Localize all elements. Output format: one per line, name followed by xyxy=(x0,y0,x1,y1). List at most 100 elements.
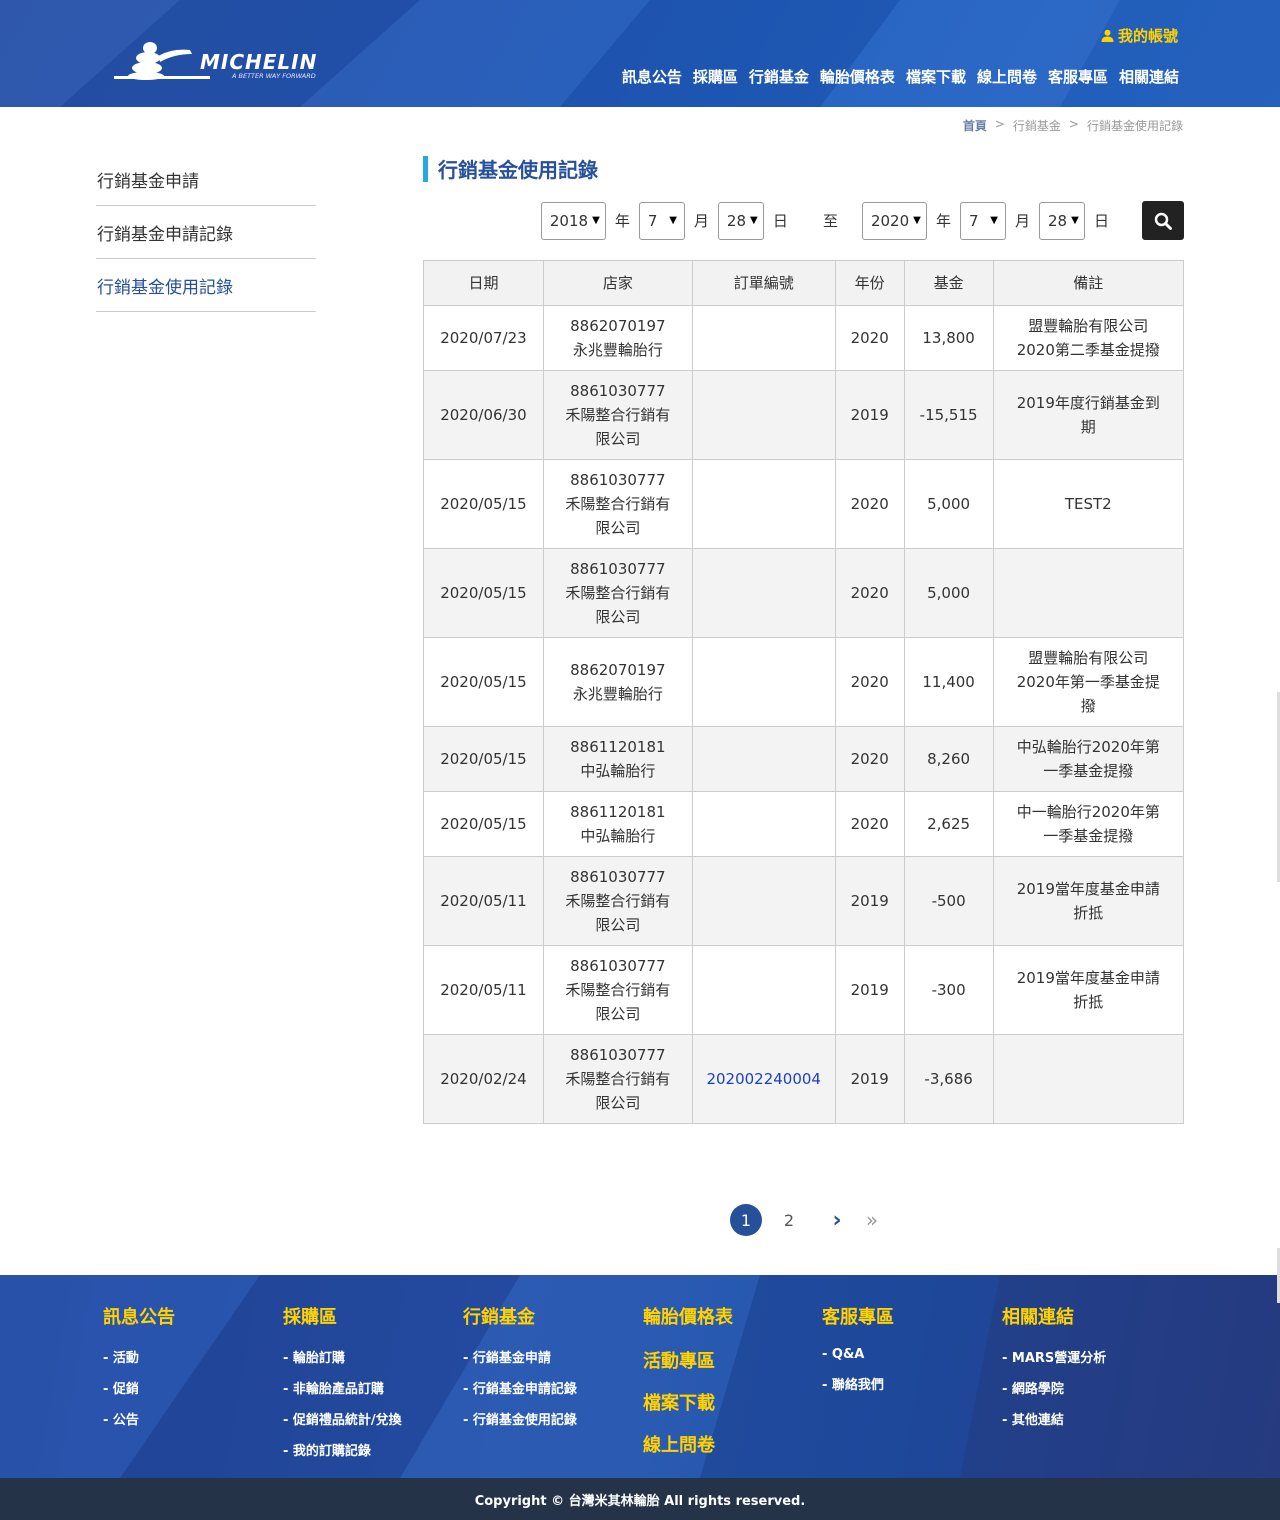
cell-fund: 8,260 xyxy=(903,726,994,792)
chevron-down-icon: ▼ xyxy=(669,215,677,226)
to-month-value: 7 xyxy=(968,211,979,230)
table-row: 2020/02/24 8861030777 禾陽整合行銷有 限公司 20200224… xyxy=(423,1034,1185,1124)
footer-heading-related-links[interactable]: 相關連結 xyxy=(1002,1303,1177,1329)
column-header-fund: 基金 xyxy=(903,260,994,306)
breadcrumb-marketing-fund[interactable]: 行銷基金 xyxy=(1013,117,1061,134)
cell-note: 盟豐輪胎有限公司 2020年第一季基金提 撥 xyxy=(992,637,1185,727)
footer-heading-marketing-fund[interactable]: 行銷基金 xyxy=(463,1303,638,1329)
cell-fund: -15,515 xyxy=(903,370,994,460)
date-range-filter: 2018 ▼ 年 7 ▼ 月 28 ▼ 日 至 2020 ▼ 年 7 ▼ 月 28 ▼ 日 xyxy=(540,201,1184,240)
to-year-select[interactable]: 2020 ▼ xyxy=(861,201,927,240)
michelin-logo[interactable]: MICHELIN A BETTER WAY FORWARD xyxy=(112,38,327,82)
nav-item-file-download[interactable]: 檔案下載 xyxy=(906,66,966,87)
cell-year: 2020 xyxy=(834,305,905,371)
cell-fund: 2,625 xyxy=(903,791,994,857)
cell-order-no xyxy=(691,548,836,638)
footer-heading-online-survey[interactable]: 線上問卷 xyxy=(643,1431,818,1457)
footer-heading-file-download[interactable]: 檔案下載 xyxy=(643,1389,818,1415)
footer-heading-events-zone[interactable]: 活動專區 xyxy=(643,1347,818,1373)
to-year-value: 2020 xyxy=(870,211,910,230)
sidebar: 行銷基金申請 行銷基金申請記錄 行銷基金使用記錄 xyxy=(96,153,316,312)
footer-heading-purchasing[interactable]: 採購區 xyxy=(283,1303,458,1329)
copyright-bar: Copyright © 台灣米其林輪胎 All rights reserved. xyxy=(0,1478,1280,1520)
column-header-date: 日期 xyxy=(423,260,544,306)
cell-note: 2019當年度基金申請 折抵 xyxy=(992,856,1185,946)
cell-year: 2020 xyxy=(834,791,905,857)
table-row: 2020/05/15 8861120181 中弘輪胎行 2020 2,625 中一輪胎行… xyxy=(423,791,1185,857)
nav-item-related-links[interactable]: 相關連結 xyxy=(1119,66,1179,87)
column-header-year: 年份 xyxy=(834,260,905,306)
footer-link-my-orders[interactable]: - 我的訂購記錄 xyxy=(283,1440,458,1459)
footer-link-tire-order[interactable]: - 輪胎訂購 xyxy=(283,1347,458,1366)
search-button[interactable] xyxy=(1142,201,1184,240)
table-row: 2020/05/11 8861030777 禾陽整合行銷有 限公司 2019 -500… xyxy=(423,856,1185,946)
from-year-select[interactable]: 2018 ▼ xyxy=(540,201,606,240)
year-label: 年 xyxy=(614,212,630,230)
sidebar-item-fund-apply[interactable]: 行銷基金申請 xyxy=(96,153,316,206)
cell-shop: 8862070197 永兆豐輪胎行 xyxy=(542,305,693,371)
cell-year: 2020 xyxy=(834,548,905,638)
cell-date: 2020/05/15 xyxy=(423,637,544,727)
cell-fund: 5,000 xyxy=(903,459,994,549)
site-footer: 訊息公告 - 活動 - 促銷 - 公告 採購區 - 輪胎訂購 - 非輪胎產品訂購… xyxy=(0,1275,1280,1478)
footer-link-contact-us[interactable]: - 聯絡我們 xyxy=(822,1374,997,1393)
page-button-1[interactable]: 1 xyxy=(730,1204,762,1236)
cell-order-no xyxy=(691,945,836,1035)
footer-heading-tire-price-list[interactable]: 輪胎價格表 xyxy=(643,1303,818,1329)
cell-order-no xyxy=(691,305,836,371)
column-header-shop: 店家 xyxy=(542,260,693,306)
next-page-button[interactable]: › xyxy=(821,1204,853,1236)
footer-link-fund-usage-records[interactable]: - 行銷基金使用記錄 xyxy=(463,1409,638,1428)
day-label: 日 xyxy=(772,212,788,230)
page-button-2[interactable]: 2 xyxy=(773,1204,805,1236)
footer-link-promotions[interactable]: - 促銷 xyxy=(103,1378,278,1397)
nav-item-purchasing[interactable]: 採購區 xyxy=(693,66,738,87)
bibendum-icon xyxy=(114,42,210,80)
site-header: MICHELIN A BETTER WAY FORWARD 我的帳號 訊息公告 … xyxy=(0,0,1280,107)
to-month-select[interactable]: 7 ▼ xyxy=(959,201,1006,240)
breadcrumb-separator: > xyxy=(994,117,1005,131)
footer-link-non-tire-order[interactable]: - 非輪胎產品訂購 xyxy=(283,1378,458,1397)
breadcrumb-separator: > xyxy=(1068,117,1079,131)
cell-note xyxy=(992,548,1185,638)
last-page-button[interactable]: » xyxy=(856,1204,888,1236)
cell-note xyxy=(992,1034,1185,1124)
page-title: 行銷基金使用記錄 xyxy=(423,156,598,182)
from-day-select[interactable]: 28 ▼ xyxy=(717,201,764,240)
sidebar-item-fund-usage-records[interactable]: 行銷基金使用記錄 xyxy=(96,259,316,312)
nav-item-announcements[interactable]: 訊息公告 xyxy=(622,66,682,87)
pagination: 1 2 › » xyxy=(730,1204,888,1236)
nav-item-customer-service[interactable]: 客服專區 xyxy=(1048,66,1108,87)
footer-link-qa[interactable]: - Q&A xyxy=(822,1347,997,1362)
footer-link-other-links[interactable]: - 其他連結 xyxy=(1002,1409,1177,1428)
footer-link-fund-apply-records[interactable]: - 行銷基金申請記錄 xyxy=(463,1378,638,1397)
footer-link-fund-apply[interactable]: - 行銷基金申請 xyxy=(463,1347,638,1366)
table-row: 2020/07/23 8862070197 永兆豐輪胎行 2020 13,800 盟豐輪… xyxy=(423,305,1185,371)
nav-item-tire-price-list[interactable]: 輪胎價格表 xyxy=(820,66,895,87)
brand-wordmark: MICHELIN xyxy=(200,50,318,74)
footer-link-mars-analysis[interactable]: - MARS營運分析 xyxy=(1002,1347,1177,1366)
nav-item-marketing-fund[interactable]: 行銷基金 xyxy=(749,66,809,87)
chevron-down-icon: ▼ xyxy=(913,215,921,226)
table-row: 2020/06/30 8861030777 禾陽整合行銷有 限公司 2019 -15,… xyxy=(423,370,1185,460)
footer-link-notices[interactable]: - 公告 xyxy=(103,1409,278,1428)
from-month-select[interactable]: 7 ▼ xyxy=(638,201,685,240)
footer-link-gift-redeem[interactable]: - 促銷禮品統計/兌換 xyxy=(283,1409,458,1428)
month-label: 月 xyxy=(693,212,709,230)
footer-link-events[interactable]: - 活動 xyxy=(103,1347,278,1366)
my-account-link[interactable]: 我的帳號 xyxy=(1101,25,1178,46)
breadcrumb-home[interactable]: 首頁 xyxy=(963,117,987,134)
nav-item-online-survey[interactable]: 線上問卷 xyxy=(977,66,1037,87)
cell-order-no xyxy=(691,637,836,727)
sidebar-item-fund-apply-records[interactable]: 行銷基金申請記錄 xyxy=(96,206,316,259)
cell-date: 2020/02/24 xyxy=(423,1034,544,1124)
order-number-link[interactable]: 202002240004 xyxy=(706,1070,821,1088)
from-year-value: 2018 xyxy=(549,211,589,230)
cell-year: 2020 xyxy=(834,459,905,549)
column-header-note: 備註 xyxy=(992,260,1185,306)
footer-heading-customer-service[interactable]: 客服專區 xyxy=(822,1303,997,1329)
table-row: 2020/05/15 8861030777 禾陽整合行銷有 限公司 2020 5,00… xyxy=(423,548,1185,638)
footer-heading-announcements[interactable]: 訊息公告 xyxy=(103,1303,278,1329)
footer-link-online-academy[interactable]: - 網路學院 xyxy=(1002,1378,1177,1397)
to-day-select[interactable]: 28 ▼ xyxy=(1038,201,1085,240)
